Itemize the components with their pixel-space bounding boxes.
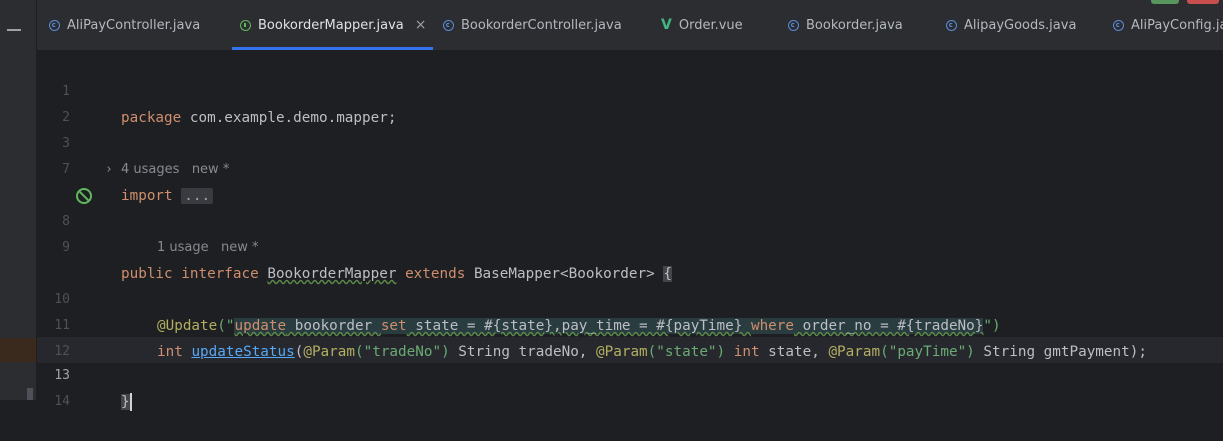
tab-label: Bookorder.java	[806, 17, 903, 33]
code-line: 1 package com.example.demo.mapper;	[37, 53, 1223, 126]
run-button[interactable]	[1151, 0, 1179, 4]
tab-label: BookorderMapper.java	[258, 17, 404, 33]
usage-hint[interactable]: 1 usage new *	[157, 235, 259, 261]
code-line: 9	[37, 209, 1223, 255]
tab-order-vue[interactable]: V Order.vue	[661, 0, 743, 50]
class-icon	[788, 19, 799, 31]
vue-icon: V	[661, 17, 672, 33]
line-number: 14	[54, 394, 70, 409]
code-line: 3 › import ...	[37, 105, 1223, 204]
tab-alipaycontroller[interactable]: AliPayController.java	[49, 0, 200, 50]
line-number: 9	[62, 240, 70, 255]
current-line-marker	[0, 338, 36, 362]
class-icon	[443, 19, 454, 31]
author-hint[interactable]: new *	[221, 240, 259, 255]
code-editor[interactable]: 1 package com.example.demo.mapper; 2 3 ›…	[37, 51, 1223, 411]
code-line: 14	[37, 363, 1223, 409]
class-icon	[946, 19, 957, 31]
class-icon	[49, 19, 60, 31]
code-line: 2	[37, 79, 1223, 125]
fold-chevron-icon[interactable]: ›	[105, 157, 113, 183]
line-number: 7	[62, 162, 70, 177]
stop-button[interactable]	[1187, 0, 1219, 4]
menu-dash-icon[interactable]	[7, 29, 21, 31]
code-line: 12	[37, 313, 1223, 359]
tab-alipayconfig[interactable]: AliPayConfig.java	[1113, 0, 1223, 50]
class-icon	[1113, 19, 1124, 31]
usages-count[interactable]: 1 usage	[157, 240, 209, 255]
tab-label: AliPayController.java	[67, 17, 201, 33]
code-line: 10 @Update("update bookorder set state =…	[37, 261, 1223, 334]
code-line: 11 int updateStatus(@Param("tradeNo") St…	[37, 287, 1223, 360]
usage-hint[interactable]: 4 usages new *	[121, 157, 229, 183]
tab-bookordercontroller[interactable]: BookorderController.java	[443, 0, 622, 50]
close-icon[interactable]: ×	[415, 17, 427, 33]
tab-alipaygoods[interactable]: AlipayGoods.java	[946, 0, 1076, 50]
code-line: 7	[37, 131, 1223, 177]
tab-label: AlipayGoods.java	[964, 17, 1077, 33]
tool-window-strip	[0, 0, 37, 400]
implementation-gutter-icon[interactable]	[76, 188, 92, 204]
code-line: 8 public interface BookorderMapper exten…	[37, 183, 1223, 282]
text-caret	[129, 393, 132, 411]
tab-label: BookorderController.java	[461, 17, 622, 33]
scroll-marker	[27, 388, 33, 400]
brace: }	[121, 394, 130, 410]
tab-bookorder[interactable]: Bookorder.java	[788, 0, 903, 50]
author-hint[interactable]: new *	[192, 162, 230, 177]
tab-label: Order.vue	[678, 17, 743, 33]
interface-icon	[240, 19, 251, 31]
usages-count[interactable]: 4 usages	[121, 162, 179, 177]
editor-tab-bar: AliPayController.java BookorderMapper.ja…	[37, 0, 1223, 51]
code-line: 13 }	[37, 337, 1223, 411]
tab-bookordermapper[interactable]: BookorderMapper.java ×	[232, 0, 432, 50]
tab-label: AliPayConfig.java	[1131, 17, 1223, 33]
